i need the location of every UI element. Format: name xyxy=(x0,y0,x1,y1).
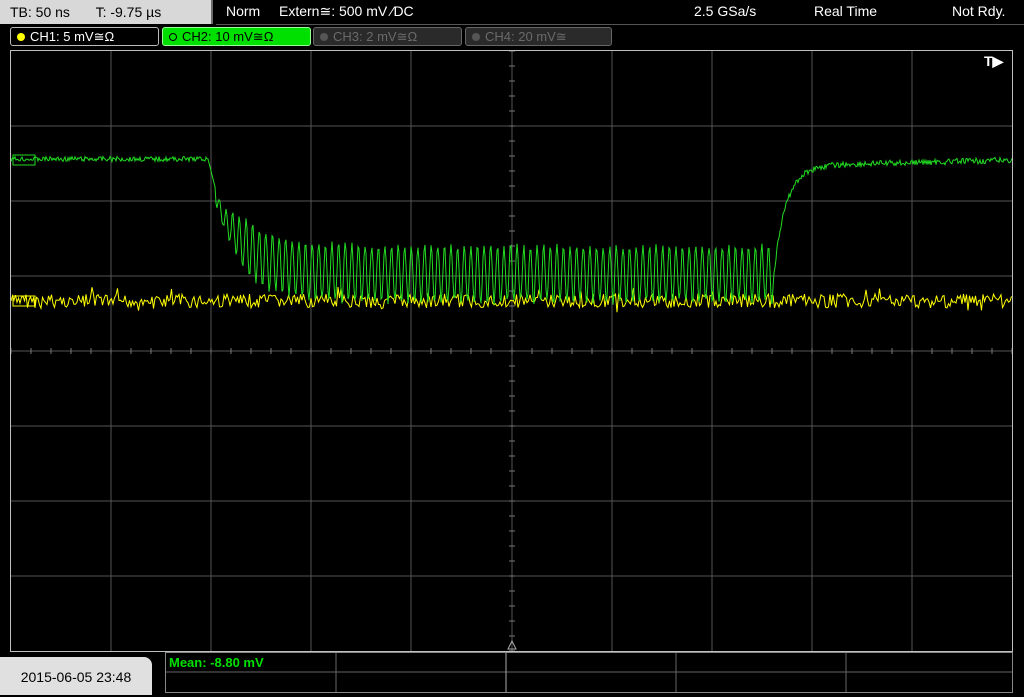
timebase-value: TB: 50 ns xyxy=(10,4,70,20)
channel-3-label: CH3: 2 mV≅Ω xyxy=(333,29,418,44)
channel-1-tab[interactable]: CH1: 5 mV≅Ω xyxy=(10,27,159,46)
measurement-grid xyxy=(166,653,1012,692)
channel-3-dot-icon xyxy=(320,33,328,41)
measurement-mean: Mean: -8.80 mV xyxy=(169,655,264,670)
acquisition-state: Not Rdy. xyxy=(952,3,1006,19)
channel-3-tab[interactable]: CH3: 2 mV≅Ω xyxy=(313,27,462,46)
waveform-display[interactable] xyxy=(10,50,1013,652)
channel-2-dot-icon xyxy=(169,33,177,41)
channel-4-dot-icon xyxy=(472,33,480,41)
channel-4-tab[interactable]: CH4: 20 mV≅ xyxy=(465,27,612,46)
channel-1-label: CH1: 5 mV≅Ω xyxy=(30,29,115,44)
channel-1-dot-icon xyxy=(17,33,25,41)
trigger-time-value: T: -9.75 µs xyxy=(95,4,162,20)
sample-rate: 2.5 GSa/s xyxy=(694,3,757,19)
datetime-panel: 2015-06-05 23:48 xyxy=(0,657,152,695)
trigger-mode[interactable]: Norm xyxy=(226,0,260,22)
measurement-panel[interactable] xyxy=(165,652,1013,693)
channel-2-label: CH2: 10 mV≅Ω xyxy=(182,29,274,44)
datetime-value: 2015-06-05 23:48 xyxy=(20,669,132,685)
status-bar: Norm Extern≅: 500 mV ⁄DC 2.5 GSa/s Real … xyxy=(216,0,1024,25)
trigger-source[interactable]: Extern≅: 500 mV ⁄DC xyxy=(279,0,414,22)
channel-4-label: CH4: 20 mV≅ xyxy=(485,29,567,44)
waveform-canvas xyxy=(10,50,1013,652)
channel-2-tab[interactable]: CH2: 10 mV≅Ω xyxy=(162,27,311,46)
acquisition-mode[interactable]: Real Time xyxy=(814,0,877,22)
trigger-position-icon: T▶ xyxy=(984,53,1004,69)
timebase-panel[interactable]: TB: 50 ns T: -9.75 µs xyxy=(0,0,213,24)
